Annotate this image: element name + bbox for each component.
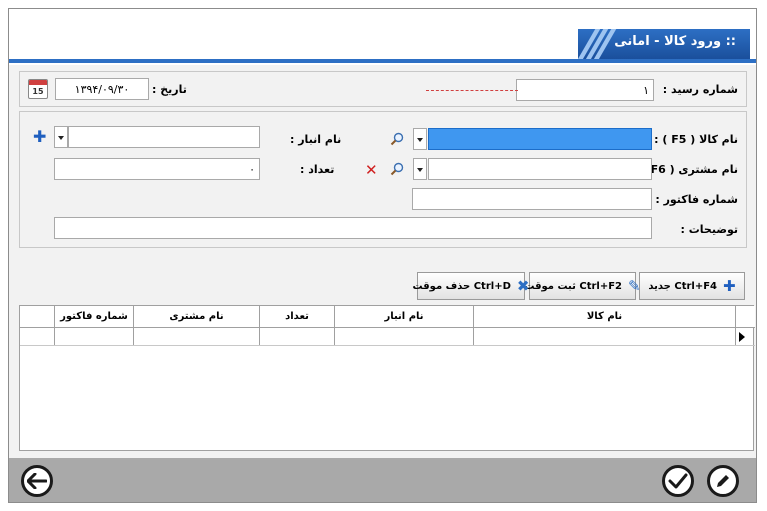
item-form-panel: نام کالا ( F5 ) : نام انبار : ✚ نام مشتر… (19, 111, 747, 248)
date-label: تاریخ : (152, 83, 187, 96)
product-search-icon[interactable] (390, 132, 404, 146)
notes-label: توضیحات : (680, 223, 739, 236)
grid-header-invoice[interactable]: شماره فاکتور (55, 306, 134, 327)
row-indicator-icon (736, 328, 753, 345)
receipt-number-label: شماره رسید : (662, 83, 738, 96)
grid-header: شماره فاکتور نام مشتری تعداد نام انبار ن… (20, 306, 755, 328)
grid-header-indicator (736, 306, 753, 327)
delete-temp-button[interactable]: حذف موقت Ctrl+D ✖ (413, 272, 529, 300)
clear-customer-icon[interactable]: ✕ (365, 163, 378, 178)
plus-icon: ✚ (723, 277, 736, 295)
row-pointer-icon (739, 332, 745, 342)
receipt-number-input[interactable] (516, 79, 654, 101)
grid-header-quantity[interactable]: تعداد (260, 306, 335, 327)
warehouse-input[interactable] (68, 126, 260, 148)
arrow-left-icon (27, 473, 47, 489)
customer-input[interactable] (428, 158, 652, 180)
app-window: :: ورود کالا - امانی شماره رسید : تاریخ … (8, 8, 757, 503)
pencil-icon (717, 475, 729, 487)
date-input[interactable] (55, 78, 149, 100)
calendar-icon[interactable]: 15 (28, 79, 48, 99)
invoice-label: شماره فاکتور : (655, 193, 738, 206)
new-button-label: جدید Ctrl+F4 (648, 280, 718, 292)
calendar-day: 15 (32, 87, 44, 96)
invoice-input[interactable] (412, 188, 652, 210)
product-input[interactable] (428, 128, 652, 150)
notes-input[interactable] (54, 217, 652, 239)
window-title: :: ورود کالا - امانی (614, 34, 736, 49)
receipt-panel: شماره رسید : تاریخ : 15 (19, 71, 747, 107)
title-underline (9, 59, 756, 63)
warehouse-dropdown-button[interactable] (54, 126, 68, 148)
customer-dropdown-button[interactable] (413, 158, 427, 180)
grid-cell[interactable] (260, 328, 335, 345)
table-row[interactable] (20, 328, 755, 346)
grid-cell (20, 328, 55, 345)
grid-cell[interactable] (335, 328, 474, 345)
quantity-label: تعداد : (300, 163, 335, 176)
quantity-input[interactable] (54, 158, 260, 180)
grid-header-spacer (20, 306, 55, 327)
delete-temp-button-label: حذف موقت Ctrl+D (412, 280, 511, 292)
title-banner: :: ورود کالا - امانی (578, 29, 750, 59)
pencil-icon: ✎ (628, 277, 641, 295)
product-label: نام کالا ( F5 ) : (654, 133, 738, 146)
grid-cell[interactable] (134, 328, 260, 345)
new-button[interactable]: جدید Ctrl+F4 ✚ (639, 272, 745, 300)
add-warehouse-icon[interactable]: ✚ (33, 129, 46, 145)
dashed-separator (426, 90, 518, 91)
confirm-check-icon[interactable] (662, 465, 694, 497)
customer-search-icon[interactable] (390, 162, 404, 176)
delete-x-icon: ✖ (516, 277, 530, 295)
checkmark-icon (668, 473, 688, 489)
warehouse-label: نام انبار : (290, 133, 342, 146)
save-temp-button-label: ثبت موقت Ctrl+F2 (524, 280, 623, 292)
save-temp-button[interactable]: ثبت موقت Ctrl+F2 ✎ (524, 272, 641, 300)
title-bar: :: ورود کالا - امانی (9, 9, 756, 65)
items-grid[interactable]: شماره فاکتور نام مشتری تعداد نام انبار ن… (19, 305, 755, 451)
grid-header-customer[interactable]: نام مشتری (134, 306, 260, 327)
grid-cell[interactable] (55, 328, 134, 345)
grid-header-warehouse[interactable]: نام انبار (335, 306, 474, 327)
bottom-bar (9, 458, 756, 502)
grid-header-product[interactable]: نام کالا (474, 306, 736, 327)
grid-cell[interactable] (474, 328, 736, 345)
back-arrow-icon[interactable] (21, 465, 53, 497)
product-dropdown-button[interactable] (413, 128, 427, 150)
edit-pencil-icon[interactable] (707, 465, 739, 497)
